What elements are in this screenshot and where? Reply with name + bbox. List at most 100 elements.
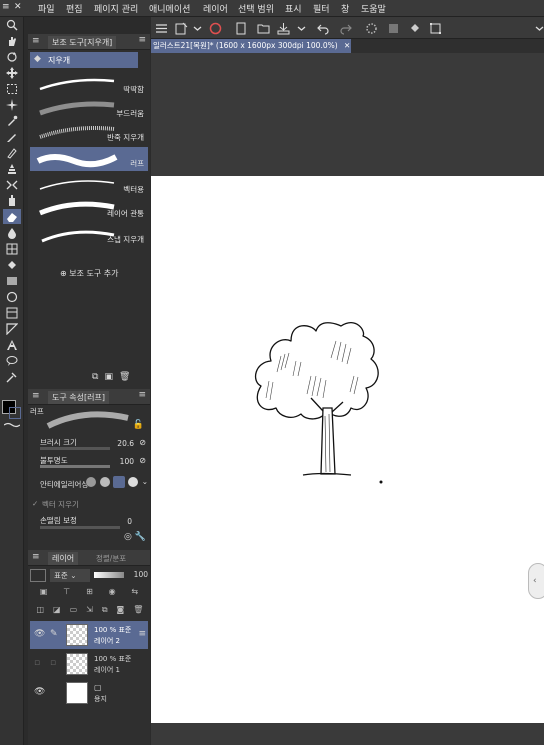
arrange-icon[interactable]: ⇆ bbox=[131, 587, 138, 601]
canvas-paper[interactable] bbox=[151, 176, 544, 723]
clip-studio-icon[interactable] bbox=[207, 20, 223, 36]
decoration-icon[interactable] bbox=[3, 177, 21, 192]
menu-window[interactable]: 창 bbox=[341, 2, 349, 15]
reference-icon[interactable]: ⊤ bbox=[63, 587, 70, 601]
document-tab[interactable]: 일러스트21[복원]* (1600 x 1600px 300dpi 100.0%… bbox=[151, 39, 351, 53]
menu-filter[interactable]: 필터 bbox=[313, 2, 330, 15]
brush-item-snap[interactable]: 스냅 지우개 bbox=[30, 223, 148, 247]
antialias-none[interactable] bbox=[86, 477, 96, 487]
fill-icon[interactable] bbox=[3, 257, 21, 272]
menu-help[interactable]: 도움말 bbox=[361, 2, 386, 15]
new-raster-icon[interactable]: ◫ bbox=[36, 605, 44, 619]
menu-close-icon[interactable]: ✕ bbox=[14, 2, 22, 12]
layer-color-swatch[interactable] bbox=[30, 569, 46, 582]
zoom-icon[interactable] bbox=[3, 17, 21, 32]
stabilization-slider[interactable] bbox=[40, 526, 120, 529]
brush-icon[interactable] bbox=[3, 161, 21, 176]
antialias-row[interactable]: 안티에일리어싱 ⌄ bbox=[30, 476, 148, 492]
mask-icon[interactable]: ◉ bbox=[109, 587, 116, 601]
brush-size-pressure-icon[interactable]: ⊘ bbox=[139, 438, 146, 447]
new-vector-icon[interactable]: ◪ bbox=[53, 605, 61, 619]
layer-row-1[interactable]: ▫ ▫ 100 % 표준 레이어 1 bbox=[30, 650, 148, 678]
brush-size-slider[interactable] bbox=[40, 447, 110, 450]
lock-icon[interactable]: 🔓 bbox=[133, 420, 144, 430]
redo-icon[interactable] bbox=[337, 20, 353, 36]
undo-icon[interactable] bbox=[315, 20, 331, 36]
menu-icon[interactable] bbox=[153, 20, 169, 36]
panel-menu-icon[interactable]: ≡ bbox=[138, 390, 146, 400]
sub-color-swatch[interactable] bbox=[9, 407, 21, 419]
menu-page[interactable]: 페이지 관리 bbox=[94, 2, 138, 15]
panel-menu-icon[interactable]: ≡ bbox=[138, 35, 146, 45]
settings-icon[interactable]: ◎ bbox=[124, 532, 132, 542]
eyedropper-icon[interactable] bbox=[3, 113, 21, 128]
stabilization-row[interactable]: 손떨림 보정 0 bbox=[30, 514, 148, 530]
loading-icon[interactable] bbox=[363, 20, 379, 36]
text-icon[interactable] bbox=[3, 337, 21, 352]
opacity-row[interactable]: 불투명도 100 ⊘ bbox=[30, 454, 148, 470]
subtool-group[interactable]: ◆ 지우개 bbox=[30, 52, 138, 68]
selection-icon[interactable] bbox=[3, 81, 21, 96]
layer-menu-icon[interactable]: ≡ bbox=[138, 629, 146, 639]
new-subtool-icon[interactable]: ▣ bbox=[104, 372, 113, 386]
rotate-icon[interactable] bbox=[3, 49, 21, 64]
menu-edit[interactable]: 편집 bbox=[66, 2, 83, 15]
move-icon[interactable] bbox=[3, 65, 21, 80]
lock-pixels-icon[interactable]: ⊞ bbox=[86, 587, 93, 601]
checkbox-icon[interactable]: ✓ bbox=[32, 499, 38, 508]
chevron-down-icon[interactable] bbox=[189, 20, 205, 36]
antialias-medium[interactable] bbox=[113, 476, 125, 488]
panel-grip-icon[interactable]: ≡ bbox=[32, 391, 40, 401]
panel-grip-icon[interactable]: ≡ bbox=[32, 36, 40, 46]
subtool-tab[interactable]: 보조 도구[지우개] bbox=[48, 36, 117, 49]
clear-icon[interactable] bbox=[385, 20, 401, 36]
blend-mode-select[interactable]: 표준 ⌄ bbox=[50, 569, 90, 582]
blend-icon[interactable] bbox=[3, 225, 21, 240]
shape-icon[interactable] bbox=[3, 289, 21, 304]
eraser-icon[interactable] bbox=[3, 209, 21, 224]
brush-item-kneaded[interactable]: 반죽 지우개 bbox=[30, 121, 148, 145]
clip-icon[interactable]: ▣ bbox=[40, 587, 48, 601]
new-canvas-icon[interactable] bbox=[173, 20, 189, 36]
delete-layer-icon[interactable]: 🗑 bbox=[133, 605, 143, 619]
brush-item-vector[interactable]: 벡터용 bbox=[30, 173, 148, 197]
balloon-icon[interactable] bbox=[3, 353, 21, 368]
brush-item-soft[interactable]: 부드러움 bbox=[30, 97, 148, 121]
delete-subtool-icon[interactable]: 🗑 bbox=[119, 372, 130, 386]
transparent-color-icon[interactable] bbox=[3, 421, 21, 428]
ruler-icon[interactable] bbox=[3, 321, 21, 336]
add-subtool-button[interactable]: ⊕ 보조 도구 추가 bbox=[60, 268, 119, 282]
vector-eraser-row[interactable]: ✓ 벡터 지우기 bbox=[30, 496, 148, 512]
fill-selection-icon[interactable] bbox=[407, 20, 423, 36]
hand-icon[interactable] bbox=[3, 33, 21, 48]
tool-property-tab[interactable]: 도구 속성[러프] bbox=[48, 391, 109, 404]
menu-selection[interactable]: 선택 범위 bbox=[238, 2, 274, 15]
menu-view[interactable]: 표시 bbox=[285, 2, 302, 15]
brush-item-rough[interactable]: 러프 bbox=[30, 147, 148, 171]
pencil-icon[interactable] bbox=[3, 145, 21, 160]
close-tab-icon[interactable]: ✕ bbox=[344, 41, 350, 50]
wrench-icon[interactable]: 🔧 bbox=[135, 532, 146, 542]
lock-toggle-icon[interactable]: ▫ bbox=[50, 658, 56, 668]
menu-file[interactable]: 파일 bbox=[38, 2, 55, 15]
layer-row-2[interactable]: 👁 ✎ 100 % 표준 레이어 2 ≡ bbox=[30, 621, 148, 649]
brush-item-hard[interactable]: 딱딱함 bbox=[30, 73, 148, 97]
gradient-icon[interactable] bbox=[3, 273, 21, 288]
new-folder-icon[interactable]: ▭ bbox=[70, 605, 78, 619]
eye-icon[interactable]: 👁 bbox=[34, 629, 45, 639]
open-folder-icon[interactable] bbox=[255, 20, 271, 36]
pen-icon[interactable] bbox=[3, 129, 21, 144]
copy-subtool-icon[interactable]: ⧉ bbox=[92, 372, 98, 386]
chevron-down-icon[interactable]: ⌄ bbox=[142, 477, 148, 486]
airbrush-icon[interactable] bbox=[3, 193, 21, 208]
antialias-strong[interactable] bbox=[128, 477, 138, 487]
eye-icon[interactable]: 👁 bbox=[34, 687, 45, 697]
correction-icon[interactable] bbox=[3, 369, 21, 384]
tab-layer[interactable]: 레이어 bbox=[48, 552, 79, 565]
tab-align[interactable]: 정렬/분포 bbox=[96, 553, 126, 564]
menu-layer[interactable]: 레이어 bbox=[203, 2, 228, 15]
brush-item-through-layer[interactable]: 레이어 관통 bbox=[30, 197, 148, 221]
opacity-pressure-icon[interactable]: ⊘ bbox=[139, 456, 146, 465]
new-file-icon[interactable] bbox=[233, 20, 249, 36]
auto-select-icon[interactable] bbox=[3, 97, 21, 112]
